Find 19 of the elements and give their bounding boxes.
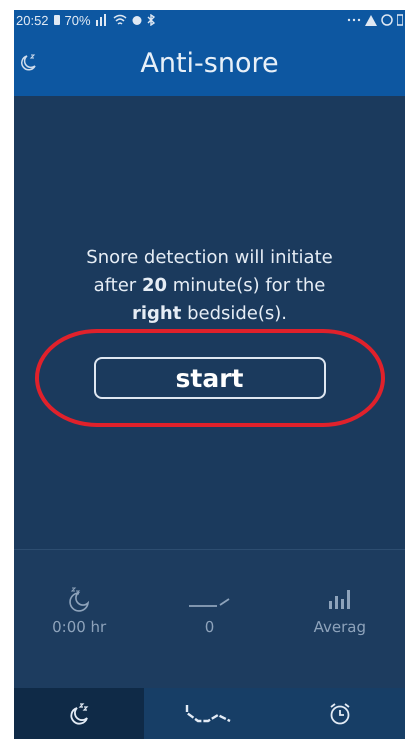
battery-percent: 70% (64, 12, 91, 28)
more-icon (347, 18, 361, 22)
wifi-icon (112, 14, 127, 26)
stat-value: 0 (204, 618, 214, 636)
detection-message: Snore detection will initiate after 20 minute(s) for the right bedside(s). (85, 246, 334, 326)
bluetooth-icon (146, 14, 155, 26)
screen-title: Anti-snore (140, 48, 279, 78)
stat-value: Averag (314, 618, 366, 636)
battery-icon (52, 14, 61, 26)
alarm-clock-icon (328, 702, 351, 726)
screen-icon (397, 14, 403, 26)
stat-value: 0:00 hr (52, 618, 106, 636)
bed-position-icon (188, 598, 230, 607)
status-time: 20:52 (16, 12, 49, 28)
warning-icon (365, 14, 377, 26)
moon-icon[interactable] (18, 53, 38, 73)
start-button[interactable]: start (94, 357, 326, 399)
signal-icon (94, 14, 109, 26)
nav-tab[interactable] (14, 688, 144, 739)
